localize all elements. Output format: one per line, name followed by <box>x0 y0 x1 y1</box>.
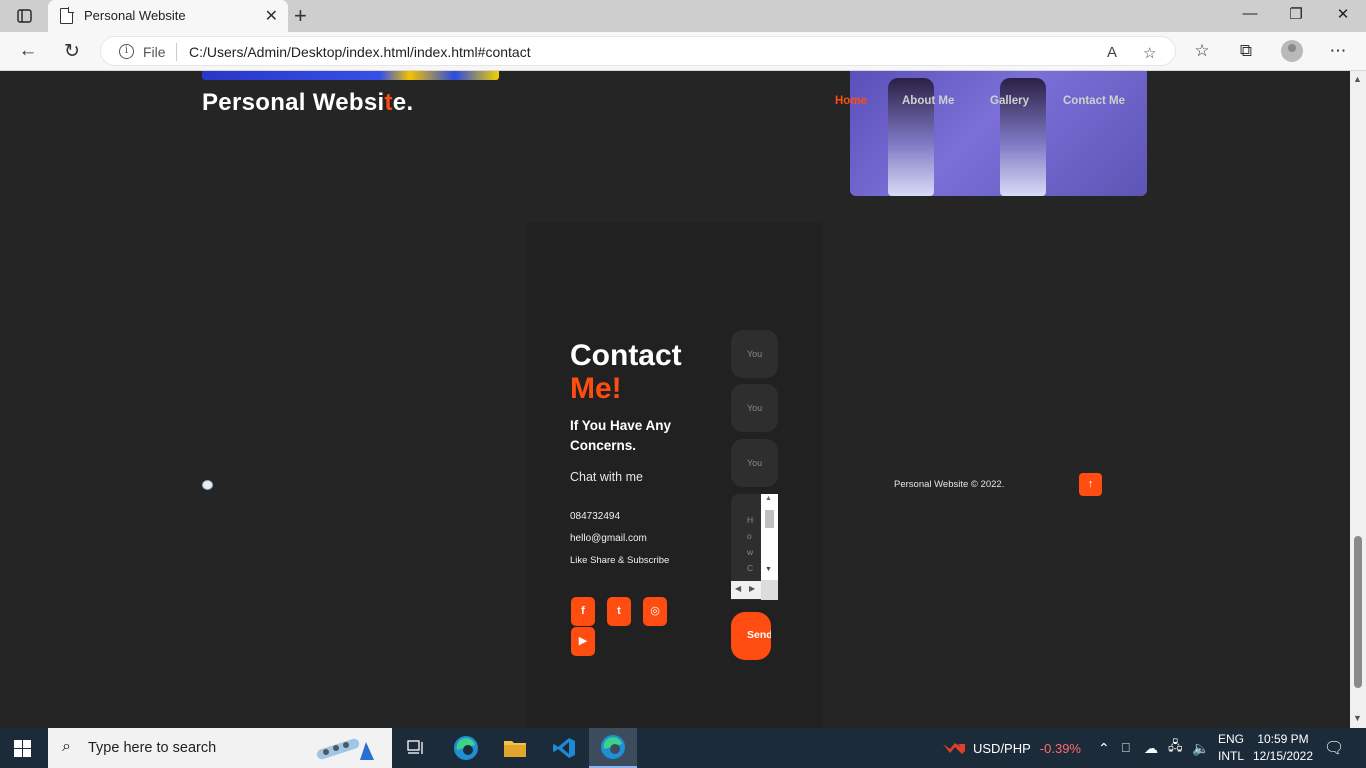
brand-suffix: e. <box>392 89 414 116</box>
nav-home[interactable]: Home <box>835 95 867 107</box>
task-view-icon[interactable] <box>392 728 440 768</box>
contact-title-line2: Me! <box>570 372 622 405</box>
currency-change: -0.39% <box>1039 740 1081 756</box>
send-button[interactable]: Send <box>731 612 771 660</box>
search-icon: ⌕ <box>62 738 71 755</box>
onedrive-icon[interactable]: ☁ <box>1144 728 1158 768</box>
system-clock[interactable]: 10:59 PM 12/15/2022 <box>1252 731 1314 765</box>
site-brand[interactable]: Personal Website. <box>202 89 413 117</box>
file-explorer-icon[interactable] <box>491 728 539 768</box>
name-field[interactable]: You <box>731 330 778 378</box>
phone-number: 084732494 <box>570 511 621 522</box>
read-aloud-icon[interactable]: A <box>1107 44 1117 61</box>
new-tab-button[interactable]: + <box>294 3 307 29</box>
email-field[interactable]: You <box>731 384 778 432</box>
close-tab-icon[interactable]: ✕ <box>265 6 278 26</box>
lang-layout: INTL <box>1218 749 1245 763</box>
collections-icon[interactable]: ⧉ <box>1234 41 1258 61</box>
favorites-icon[interactable]: ☆ <box>1190 41 1214 61</box>
search-placeholder: Type here to search <box>88 740 217 756</box>
contact-section: Contact Me! If You Have Any Concerns. Ch… <box>526 223 823 728</box>
contact-subtitle: If You Have Any Concerns. <box>570 418 672 453</box>
scroll-up-icon[interactable]: ▲ <box>765 495 772 502</box>
tab-title: Personal Website <box>84 8 186 23</box>
currency-pair: USD/PHP <box>973 740 1031 756</box>
network-icon[interactable]: 🖧 <box>1168 728 1183 768</box>
facebook-icon[interactable]: f <box>571 597 595 626</box>
taskbar-search[interactable]: ⌕ Type here to search <box>48 728 392 768</box>
minimize-icon[interactable]: — <box>1227 5 1273 22</box>
textarea-vertical-scrollbar[interactable]: ▲ ▼ <box>761 494 778 580</box>
back-icon[interactable]: ← <box>16 40 40 62</box>
page-scrollbar[interactable]: ▲ ▼ <box>1350 71 1366 728</box>
contact-title: Contact Me! <box>570 339 682 405</box>
banner-image <box>202 71 499 80</box>
instagram-icon[interactable]: ◎ <box>643 597 667 626</box>
add-favorite-icon[interactable]: ☆ <box>1143 44 1156 62</box>
show-hidden-icons[interactable]: ⌃ <box>1098 728 1110 768</box>
more-menu-icon[interactable]: ⋯ <box>1326 41 1350 61</box>
page-viewport: Personal Website. Home About Me Gallery … <box>0 71 1350 728</box>
page-icon <box>60 7 74 24</box>
tab-actions-icon[interactable] <box>12 6 36 26</box>
lang-code: ENG <box>1218 732 1245 746</box>
browser-toolbar: ← ↻ i File C:/Users/Admin/Desktop/index.… <box>0 32 1366 71</box>
windows-start-icon[interactable] <box>14 740 31 757</box>
address-bar[interactable]: i File C:/Users/Admin/Desktop/index.html… <box>100 36 1176 66</box>
email-address: hello@gmail.com <box>570 533 647 544</box>
nav-contact-me[interactable]: Contact Me <box>1063 95 1125 107</box>
tab-strip: Personal Website ✕ + — ❐ ✕ <box>0 0 1366 32</box>
twitter-icon[interactable]: t <box>607 597 631 626</box>
chat-label: Chat with me <box>570 470 643 484</box>
close-window-icon[interactable]: ✕ <box>1320 5 1366 23</box>
edge-icon[interactable] <box>442 728 490 768</box>
info-icon[interactable]: i <box>119 44 134 59</box>
page-scroll-thumb[interactable] <box>1354 536 1362 688</box>
contact-title-line1: Contact <box>570 339 682 372</box>
browser-tab[interactable]: Personal Website ✕ <box>48 0 288 32</box>
device-icon[interactable]: ⎕ <box>1122 728 1130 768</box>
copyright-text: Personal Website © 2022. <box>894 479 1005 490</box>
refresh-icon[interactable]: ↻ <box>60 40 84 63</box>
nav-gallery[interactable]: Gallery <box>990 95 1029 107</box>
address-file-label: File <box>143 44 166 60</box>
taskbar: ⌕ Type here to search USD/PHP -0.39% ⌃ ⎕… <box>0 728 1366 768</box>
vscode-icon[interactable] <box>540 728 588 768</box>
browser-chrome: Personal Website ✕ + — ❐ ✕ ← ↻ i File C:… <box>0 0 1366 71</box>
scroll-left-icon[interactable]: ◀ <box>735 584 741 593</box>
scroll-down-icon[interactable]: ▼ <box>1353 713 1362 723</box>
clock-date: 12/15/2022 <box>1252 749 1314 763</box>
volume-icon[interactable]: 🔈 <box>1192 728 1209 768</box>
brand-accent: t <box>384 89 393 116</box>
nav-about-me[interactable]: About Me <box>902 95 954 107</box>
stocks-widget[interactable]: USD/PHP -0.39% <box>942 728 1081 768</box>
back-to-top-button[interactable]: ↑ <box>1079 473 1102 496</box>
broken-image-icon <box>202 480 213 490</box>
scroll-right-icon[interactable]: ▶ <box>749 584 755 593</box>
subject-field[interactable]: You <box>731 439 778 487</box>
search-highlight-icon <box>316 738 374 760</box>
message-placeholder: HowCa <box>747 515 754 589</box>
clock-time: 10:59 PM <box>1257 732 1309 746</box>
tagline: Like Share & Subscribe <box>570 555 670 566</box>
youtube-icon[interactable]: ▶ <box>571 627 595 656</box>
input-language[interactable]: ENG INTL <box>1218 731 1244 765</box>
profile-avatar[interactable] <box>1281 40 1303 62</box>
edge-active-icon[interactable] <box>589 728 637 768</box>
resize-corner[interactable] <box>761 580 778 600</box>
stocks-icon <box>943 743 965 754</box>
brand-text: Personal Websi <box>202 89 385 116</box>
scroll-thumb[interactable] <box>765 510 774 528</box>
restore-icon[interactable]: ❐ <box>1273 5 1319 23</box>
scroll-down-icon[interactable]: ▼ <box>765 566 772 573</box>
divider <box>176 43 177 61</box>
url-text[interactable]: C:/Users/Admin/Desktop/index.html/index.… <box>189 44 531 60</box>
hero-image <box>850 71 1147 196</box>
scroll-up-icon[interactable]: ▲ <box>1353 74 1362 84</box>
notifications-icon[interactable]: 🗨 <box>1324 728 1344 768</box>
